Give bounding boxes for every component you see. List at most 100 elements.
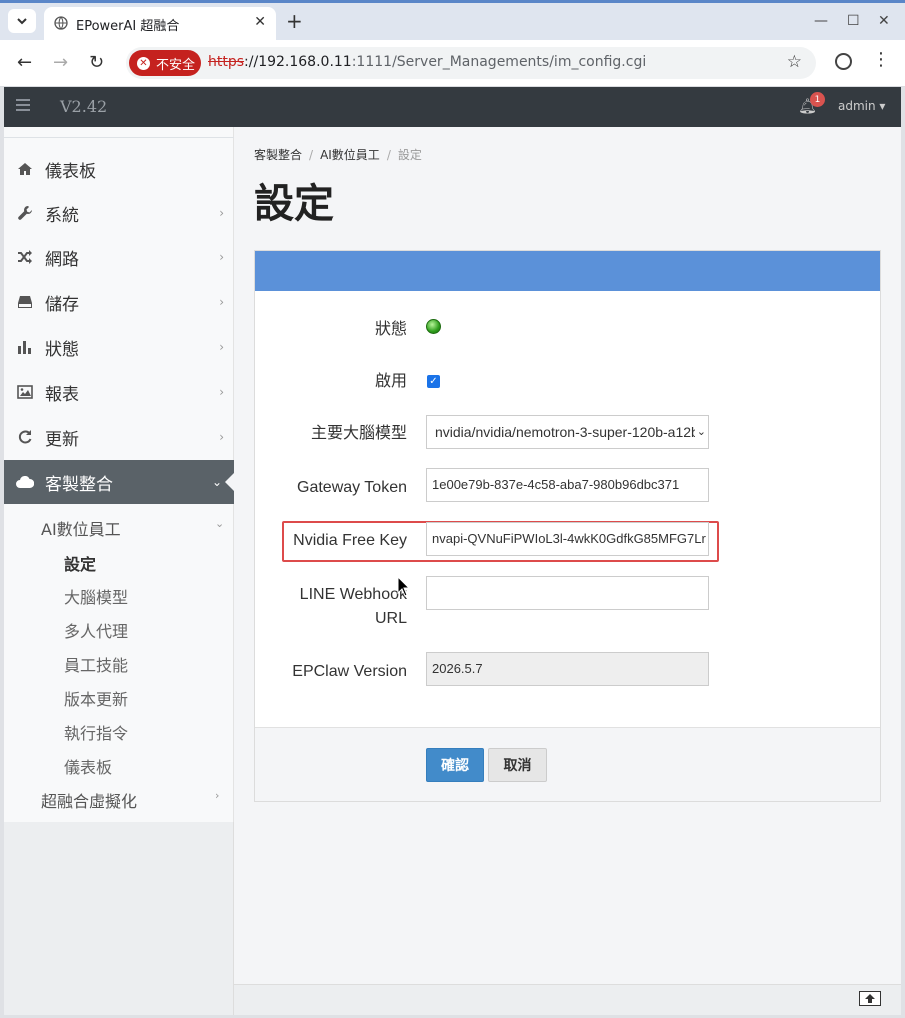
refresh-icon xyxy=(16,428,34,446)
chevron-down-icon: ⌄ xyxy=(215,517,225,530)
breadcrumb-item[interactable]: AI數位員工 xyxy=(320,148,380,162)
sidebar-group-ai-employee[interactable]: AI數位員工 xyxy=(41,516,121,540)
chevron-right-icon: › xyxy=(215,789,220,802)
sidebar-subitem-settings[interactable]: 設定 xyxy=(64,551,96,575)
status-indicator-icon xyxy=(426,319,441,334)
sidebar-divider xyxy=(4,137,234,138)
sidebar-subitem-skills[interactable]: 員工技能 xyxy=(64,652,128,676)
enable-checkbox[interactable]: ✓ xyxy=(427,375,440,388)
nvidia-key-label: Nvidia Free Key xyxy=(293,532,407,549)
sidebar-item-label: 狀態 xyxy=(45,339,79,360)
cancel-button[interactable]: 取消 xyxy=(488,748,547,782)
model-select[interactable]: nvidia/nvidia/nemotron-3-super-120b-a12b… xyxy=(426,415,709,449)
scroll-top-icon[interactable] xyxy=(859,991,881,1006)
bar-chart-icon xyxy=(16,338,34,356)
sidebar-item-label: 更新 xyxy=(45,429,79,450)
notification-badge: 1 xyxy=(810,92,825,107)
model-label: 主要大腦模型 xyxy=(310,423,407,442)
url-text[interactable]: https://192.168.0.11:1111/Server_Managem… xyxy=(208,54,646,70)
nvidia-key-input[interactable]: nvapi-QVNuFiPWIoL3l-4wkK0GdfkG85MFG7Lr xyxy=(426,522,709,556)
epclaw-version-field: 2026.5.7 xyxy=(426,652,709,686)
line-webhook-label: LINE Webhook xyxy=(299,586,407,603)
sidebar-item-dashboard[interactable]: 儀表板 xyxy=(4,147,234,191)
new-tab-icon[interactable]: + xyxy=(286,11,303,31)
drive-icon xyxy=(16,293,34,311)
sidebar-item-storage[interactable]: 儲存 › xyxy=(4,280,234,324)
line-webhook-input[interactable] xyxy=(426,576,709,610)
sidebar-item-network[interactable]: 網路 › xyxy=(4,235,234,279)
sidebar-group-hci-virtualization[interactable]: 超融合虛擬化 xyxy=(41,788,137,812)
active-indicator xyxy=(225,473,234,491)
url-host: ://192.168.0.11 xyxy=(244,54,352,70)
wrench-icon xyxy=(16,204,34,222)
home-icon xyxy=(16,160,34,178)
sidebar-subitem-multi-agent[interactable]: 多人代理 xyxy=(64,618,128,642)
chevron-right-icon: › xyxy=(219,385,224,399)
forward-icon[interactable]: → xyxy=(53,53,68,73)
warning-icon: ✕ xyxy=(137,56,150,70)
gateway-token-input[interactable]: 1e00e79b-837e-4c58-aba7-980b96dbc371 xyxy=(426,468,709,502)
breadcrumb-separator: / xyxy=(309,148,314,162)
sidebar-item-custom-integration[interactable]: 客製整合 ⌄ xyxy=(4,460,234,504)
breadcrumb-separator: / xyxy=(386,148,391,162)
not-secure-badge[interactable]: ✕ 不安全 xyxy=(129,50,201,76)
reload-icon[interactable]: ↻ xyxy=(89,53,104,73)
url-path: :1111/Server_Managements/im_config.cgi xyxy=(351,54,647,70)
sidebar-subitem-brain-model[interactable]: 大腦模型 xyxy=(64,584,128,608)
bookmark-star-icon[interactable]: ☆ xyxy=(787,52,802,72)
breadcrumb-item[interactable]: 客製整合 xyxy=(254,148,302,162)
sidebar-item-label: 網路 xyxy=(45,249,79,270)
main-content: 客製整合 / AI數位員工 / 設定 設定 狀態 啟用 ✓ 主要大腦模型 nvidia/… xyxy=(234,127,901,984)
more-menu-icon[interactable]: ⋮ xyxy=(872,51,890,69)
settings-form-card: 狀態 啟用 ✓ 主要大腦模型 nvidia/nvidia/nemotron-3-… xyxy=(254,250,881,802)
close-tab-icon[interactable]: ✕ xyxy=(254,14,266,30)
sidebar-subitem-dashboard[interactable]: 儀表板 xyxy=(64,754,112,778)
sidebar-item-update[interactable]: 更新 › xyxy=(4,415,234,459)
sidebar-item-system[interactable]: 系統 › xyxy=(4,191,234,235)
card-header xyxy=(255,251,880,291)
app-version: V2.42 xyxy=(60,97,108,116)
address-bar[interactable]: ✕ 不安全 https://192.168.0.11:1111/Server_M… xyxy=(126,47,816,79)
page-footer xyxy=(234,984,901,1015)
page-title: 設定 xyxy=(254,181,334,227)
globe-icon xyxy=(54,16,68,30)
user-menu[interactable]: admin ▾ xyxy=(838,99,885,113)
sidebar-item-label: 客製整合 xyxy=(45,474,113,495)
chevron-down-icon xyxy=(17,17,27,24)
sidebar-item-status[interactable]: 狀態 › xyxy=(4,325,234,369)
gateway-token-label: Gateway Token xyxy=(297,479,407,496)
epclaw-version-label: EPClaw Version xyxy=(292,663,407,680)
line-webhook-label-2: URL xyxy=(374,610,407,627)
url-scheme: https xyxy=(208,54,245,70)
sidebar-item-label: 系統 xyxy=(45,205,79,226)
mouse-cursor-icon xyxy=(397,575,411,597)
chevron-down-icon: ⌄ xyxy=(211,475,222,489)
chevron-right-icon: › xyxy=(219,250,224,264)
close-window-icon[interactable]: ✕ xyxy=(878,13,890,29)
browser-tab[interactable]: EPowerAI 超融合 ✕ xyxy=(44,7,276,40)
tab-title: EPowerAI 超融合 xyxy=(76,19,180,34)
chevron-right-icon: › xyxy=(219,295,224,309)
maximize-icon[interactable]: ☐ xyxy=(847,13,860,29)
chevron-right-icon: › xyxy=(219,430,224,444)
sidebar-item-label: 儀表板 xyxy=(45,161,96,182)
sidebar-item-reports[interactable]: 報表 › xyxy=(4,370,234,414)
menu-toggle-icon[interactable] xyxy=(16,99,30,114)
not-secure-label: 不安全 xyxy=(156,57,196,73)
minimize-icon[interactable]: — xyxy=(814,13,828,29)
confirm-button[interactable]: 確認 xyxy=(426,748,484,782)
shuffle-icon xyxy=(16,248,34,266)
sidebar-subitem-run-command[interactable]: 執行指令 xyxy=(64,720,128,744)
card-footer xyxy=(255,727,880,801)
back-icon[interactable]: ← xyxy=(17,53,32,73)
sidebar: 儀表板 系統 › 網路 › 儲存 › 狀態 › 報表 › 更新 › 客製整合 ⌄… xyxy=(4,127,234,822)
breadcrumb: 客製整合 / AI數位員工 / 設定 xyxy=(254,146,422,163)
sidebar-item-label: 報表 xyxy=(45,384,79,405)
enable-label: 啟用 xyxy=(374,371,407,390)
status-label: 狀態 xyxy=(374,319,407,338)
sidebar-item-label: 儲存 xyxy=(45,294,79,315)
tab-search-button[interactable] xyxy=(8,9,36,33)
chevron-right-icon: › xyxy=(219,340,224,354)
sidebar-subitem-version-update[interactable]: 版本更新 xyxy=(64,686,128,710)
profile-icon[interactable] xyxy=(835,53,852,70)
